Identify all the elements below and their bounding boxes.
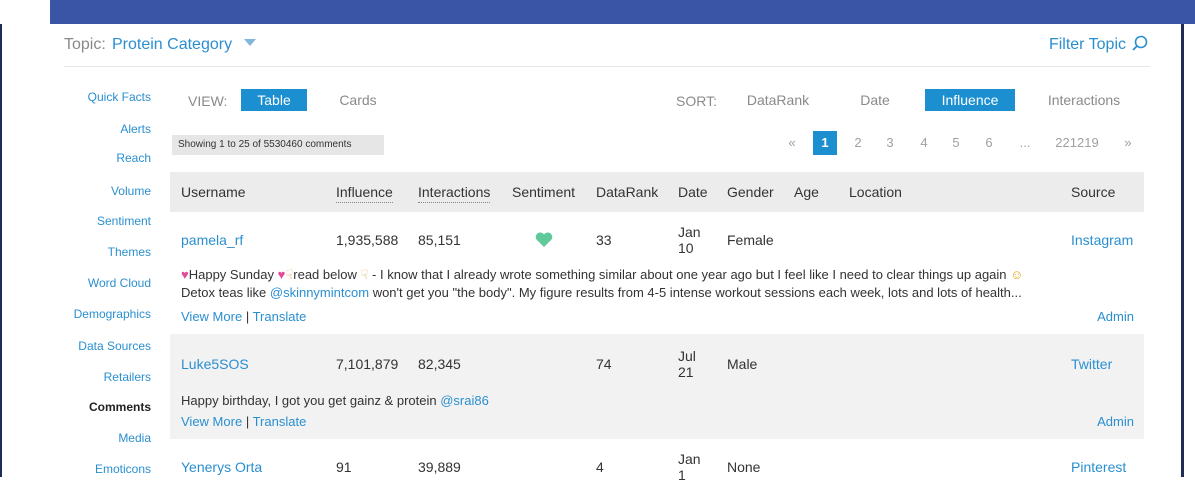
translate-link[interactable]: Translate	[253, 414, 307, 429]
window-top-bar	[50, 0, 1195, 24]
column-header-sentiment[interactable]: Sentiment	[512, 184, 575, 200]
table-row: Yenerys Orta 91 39,889 4 Jan 1 None Pint…	[170, 439, 1144, 483]
influence-value: 1,935,588	[336, 232, 399, 248]
column-header-source[interactable]: Source	[1071, 184, 1115, 200]
column-header-location[interactable]: Location	[849, 184, 902, 200]
column-header-influence[interactable]: Influence	[336, 184, 393, 203]
mention-link[interactable]: @srai86	[440, 393, 489, 408]
heart-icon	[535, 232, 553, 247]
sidebar-item-media[interactable]: Media	[118, 431, 151, 445]
admin-link[interactable]: Admin	[1097, 309, 1134, 324]
sidebar-item-volume[interactable]: Volume	[111, 184, 151, 198]
comment-text: ♥Happy Sunday ♥☟read below ☟ - I know th…	[181, 267, 1024, 300]
source-link[interactable]: Pinterest	[1071, 459, 1126, 475]
date-day: 21	[678, 364, 694, 380]
sidebar-item-word-cloud[interactable]: Word Cloud	[88, 276, 151, 290]
filter-topic-link[interactable]: Filter Topic	[1049, 36, 1126, 54]
smile-emoji-icon: ☺	[1010, 267, 1024, 282]
view-table-button[interactable]: Table	[241, 89, 307, 111]
username-link[interactable]: pamela_rf	[181, 232, 243, 248]
sort-date-button[interactable]: Date	[840, 89, 910, 111]
sidebar-item-sentiment[interactable]: Sentiment	[97, 214, 151, 228]
username-link[interactable]: Luke5SOS	[181, 356, 249, 372]
username-link[interactable]: Yenerys Orta	[181, 459, 262, 475]
admin-link[interactable]: Admin	[1097, 414, 1134, 429]
pagination-page-4[interactable]: 4	[914, 131, 934, 155]
date-day: 1	[678, 467, 686, 483]
view-more-link[interactable]: View More	[181, 309, 242, 324]
pagination-page-5[interactable]: 5	[946, 131, 966, 155]
pointing-down-emoji-icon: ☟	[360, 267, 369, 282]
column-header-username[interactable]: Username	[181, 184, 246, 200]
source-link[interactable]: Twitter	[1071, 356, 1112, 372]
mention-link[interactable]: @skinnymintcom	[270, 285, 369, 300]
column-header-datarank[interactable]: DataRank	[596, 184, 658, 200]
pagination-page-6[interactable]: 6	[979, 131, 999, 155]
comment-text: Happy birthday, I got you get gainz & pr…	[181, 393, 489, 408]
sidebar-item-quick-facts[interactable]: Quick Facts	[88, 90, 151, 104]
source-link[interactable]: Instagram	[1071, 232, 1133, 248]
date-day: 10	[678, 240, 694, 256]
search-icon[interactable]	[1130, 34, 1150, 54]
topic-label: Topic:	[64, 36, 106, 53]
date-month: Jul	[678, 348, 696, 364]
view-cards-button[interactable]: Cards	[325, 89, 391, 111]
pagination-last-page[interactable]: 221219	[1050, 131, 1104, 155]
column-header-date[interactable]: Date	[678, 184, 708, 200]
interactions-value: 85,151	[418, 232, 461, 248]
sort-datarank-button[interactable]: DataRank	[736, 89, 820, 111]
gender-value: None	[727, 459, 761, 475]
interactions-value: 82,345	[418, 356, 461, 372]
datarank-value: 33	[596, 232, 612, 248]
datarank-value: 4	[596, 459, 604, 475]
sidebar-item-retailers[interactable]: Retailers	[104, 370, 151, 384]
topic-dropdown[interactable]: Protein Category	[112, 36, 232, 54]
column-header-gender[interactable]: Gender	[727, 184, 774, 200]
interactions-value: 39,889	[418, 459, 461, 475]
sort-label: SORT:	[676, 93, 717, 109]
pagination-ellipsis: ...	[1019, 135, 1031, 150]
pagination-page-3[interactable]: 3	[880, 131, 900, 155]
sidebar-item-comments[interactable]: Comments	[89, 400, 151, 414]
heart-emoji-icon: ♥	[181, 267, 189, 282]
gender-value: Female	[727, 232, 774, 248]
sidebar-item-reach[interactable]: Reach	[116, 151, 151, 165]
pagination-page-1[interactable]: 1	[813, 131, 837, 155]
sort-influence-button[interactable]: Influence	[925, 89, 1015, 111]
sidebar-item-demographics[interactable]: Demographics	[74, 307, 151, 321]
date-month: Jan	[678, 224, 701, 240]
caret-down-icon[interactable]	[244, 39, 256, 46]
view-more-link[interactable]: View More	[181, 414, 242, 429]
gender-value: Male	[727, 356, 758, 372]
topic-header: Topic: Protein Category Filter Topic	[64, 32, 1150, 67]
translate-link[interactable]: Translate	[253, 309, 307, 324]
column-header-interactions[interactable]: Interactions	[418, 184, 491, 203]
results-count: Showing 1 to 25 of 5530460 comments	[172, 135, 384, 155]
table-row: pamela_rf 1,935,588 85,151 33 Jan 10 Fem…	[170, 212, 1144, 334]
table-row: Luke5SOS 7,101,879 82,345 74 Jul 21 Male…	[170, 334, 1144, 439]
pagination-prev[interactable]: «	[782, 131, 802, 155]
influence-value: 7,101,879	[336, 356, 399, 372]
sort-interactions-button[interactable]: Interactions	[1036, 89, 1132, 111]
sidebar-item-emoticons[interactable]: Emoticons	[95, 462, 151, 476]
sidebar-item-themes[interactable]: Themes	[108, 245, 151, 259]
sidebar-item-data-sources[interactable]: Data Sources	[78, 339, 151, 353]
date-month: Jan	[678, 451, 701, 467]
sidebar-item-alerts[interactable]: Alerts	[120, 122, 151, 136]
view-label: VIEW:	[188, 93, 228, 109]
pagination-page-2[interactable]: 2	[848, 131, 868, 155]
comment-actions: View More | Translate	[181, 309, 307, 324]
pagination-next[interactable]: »	[1118, 131, 1138, 155]
datarank-value: 74	[596, 356, 612, 372]
influence-value: 91	[336, 459, 352, 475]
comment-actions: View More | Translate	[181, 414, 307, 429]
column-header-age[interactable]: Age	[794, 184, 819, 200]
table-header: Username Influence Interactions Sentimen…	[170, 172, 1144, 212]
